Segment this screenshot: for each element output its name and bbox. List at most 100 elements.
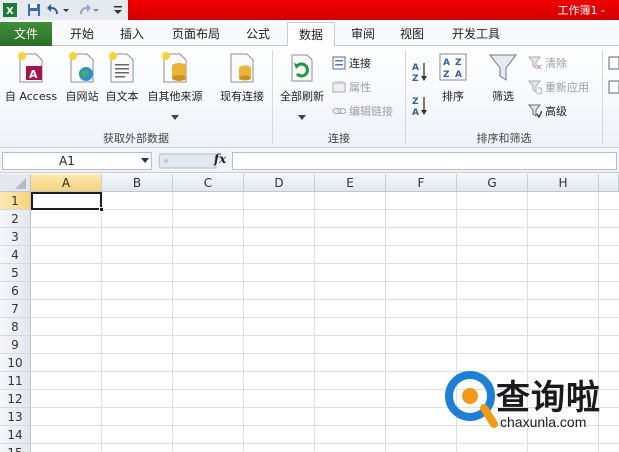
- refresh-icon: [287, 52, 317, 84]
- column-header-c[interactable]: C: [173, 174, 244, 192]
- row-header-13[interactable]: 13: [0, 408, 31, 426]
- sort-ascending-button[interactable]: AZ: [412, 60, 430, 84]
- refresh-all-label: 全部刷新: [280, 90, 324, 103]
- undo-dropdown-icon[interactable]: [62, 2, 70, 18]
- redo-dropdown-icon[interactable]: [92, 2, 100, 18]
- refresh-all-button[interactable]: 全部刷新: [276, 52, 328, 123]
- data-tools-partial-icon: [608, 56, 619, 70]
- insert-function-icon[interactable]: fx: [214, 152, 226, 166]
- column-header-d[interactable]: D: [244, 174, 315, 192]
- from-access-label: 自 Access: [4, 90, 58, 103]
- tab-data[interactable]: 数据: [287, 22, 335, 47]
- name-box[interactable]: A1: [2, 152, 152, 170]
- active-cell-a1[interactable]: [31, 192, 104, 212]
- tab-home[interactable]: 开始: [62, 22, 102, 46]
- gridline: [172, 192, 173, 452]
- row-header-1[interactable]: 1: [0, 192, 31, 210]
- tab-review[interactable]: 审阅: [343, 22, 383, 46]
- row-header-3[interactable]: 3: [0, 228, 31, 246]
- chevron-down-icon: [144, 110, 206, 123]
- column-header-b[interactable]: B: [102, 174, 173, 192]
- clear-filter-button[interactable]: 清除: [527, 54, 567, 72]
- link-icon: [332, 104, 347, 118]
- gridline: [31, 353, 619, 354]
- tab-file[interactable]: 文件: [0, 22, 52, 46]
- row-header-8[interactable]: 8: [0, 318, 31, 336]
- column-header-e[interactable]: E: [315, 174, 386, 192]
- gridline: [31, 263, 619, 264]
- ribbon-data: A 自 Access 自网站 自文本 自其他来源 现有连接 获取外部数据 全部刷…: [0, 46, 619, 148]
- data-tools-icon[interactable]: [608, 54, 619, 72]
- customize-toolbar-icon[interactable]: [110, 2, 126, 18]
- fill-handle[interactable]: [99, 207, 104, 212]
- svg-text:A: A: [29, 68, 38, 81]
- group-label-connections: 连接: [328, 132, 350, 145]
- row-header-4[interactable]: 4: [0, 246, 31, 264]
- sort-descending-button[interactable]: ZA: [412, 94, 430, 118]
- filter-button[interactable]: 筛选: [484, 52, 522, 104]
- column-header-g[interactable]: G: [457, 174, 528, 192]
- connections-icon: [332, 56, 346, 70]
- row-header-6[interactable]: 6: [0, 282, 31, 300]
- sort-az-icon: AZ: [412, 61, 430, 84]
- sort-button[interactable]: AZZA 排序: [436, 52, 470, 104]
- redo-icon[interactable]: [76, 2, 92, 18]
- svg-text:Z: Z: [443, 70, 450, 80]
- window-title: 工作簿1 -: [557, 4, 605, 17]
- row-header-10[interactable]: 10: [0, 354, 31, 372]
- reapply-button[interactable]: 重新应用: [527, 78, 589, 96]
- row-header-11[interactable]: 11: [0, 372, 31, 390]
- tab-view[interactable]: 视图: [392, 22, 432, 46]
- undo-icon[interactable]: [46, 2, 62, 18]
- tab-developer[interactable]: 开发工具: [446, 22, 506, 46]
- watermark-url: chaxunla.com: [500, 414, 587, 430]
- filter-funnel-icon: [488, 52, 518, 84]
- data-tools-icon-2[interactable]: [608, 78, 619, 96]
- reapply-icon: [527, 80, 543, 95]
- from-text-button[interactable]: 自文本: [102, 52, 142, 104]
- row-header-15[interactable]: 15: [0, 444, 31, 452]
- tab-formulas[interactable]: 公式: [238, 22, 278, 46]
- connections-button[interactable]: 连接: [332, 54, 371, 72]
- row-header-5[interactable]: 5: [0, 264, 31, 282]
- title-bar: X 工作簿1 -: [0, 0, 619, 20]
- row-header-12[interactable]: 12: [0, 390, 31, 408]
- column-header-h[interactable]: H: [528, 174, 599, 192]
- save-icon[interactable]: [26, 2, 42, 18]
- edit-links-label: 编辑链接: [349, 105, 393, 118]
- column-header-a[interactable]: A: [31, 174, 102, 192]
- svg-text:Z: Z: [455, 58, 462, 68]
- clear-filter-label: 清除: [545, 57, 567, 70]
- group-label-sort-filter: 排序和筛选: [476, 132, 532, 145]
- reapply-label: 重新应用: [545, 81, 589, 94]
- tab-insert[interactable]: 插入: [112, 22, 152, 46]
- row-header-7[interactable]: 7: [0, 300, 31, 318]
- existing-connections-button[interactable]: 现有连接: [216, 52, 268, 104]
- globe-icon: [67, 52, 97, 84]
- from-access-button[interactable]: A 自 Access: [2, 52, 60, 104]
- advanced-filter-button[interactable]: 高级: [527, 102, 567, 120]
- row-header-14[interactable]: 14: [0, 426, 31, 444]
- group-separator: [602, 50, 603, 144]
- svg-text:Z: Z: [412, 97, 419, 107]
- row-header-9[interactable]: 9: [0, 336, 31, 354]
- column-header-partial[interactable]: [599, 174, 619, 192]
- tab-page-layout[interactable]: 页面布局: [166, 22, 226, 46]
- gridline: [31, 245, 619, 246]
- gridline: [31, 317, 619, 318]
- edit-links-button[interactable]: 编辑链接: [332, 102, 393, 120]
- excel-logo-icon: X: [2, 2, 18, 18]
- select-all-corner[interactable]: [0, 174, 31, 192]
- from-other-sources-button[interactable]: 自其他来源: [144, 52, 206, 123]
- chevron-down-icon[interactable]: [141, 158, 149, 163]
- column-header-f[interactable]: F: [386, 174, 457, 192]
- watermark-logo-icon: [445, 371, 498, 428]
- gridline: [31, 299, 619, 300]
- from-web-button[interactable]: 自网站: [62, 52, 102, 104]
- formula-bar: A1 fx: [0, 149, 619, 173]
- properties-button[interactable]: 属性: [332, 78, 371, 96]
- clear-filter-icon: [527, 56, 542, 70]
- row-header-2[interactable]: 2: [0, 210, 31, 228]
- formula-input[interactable]: [232, 152, 617, 170]
- svg-text:X: X: [6, 6, 14, 17]
